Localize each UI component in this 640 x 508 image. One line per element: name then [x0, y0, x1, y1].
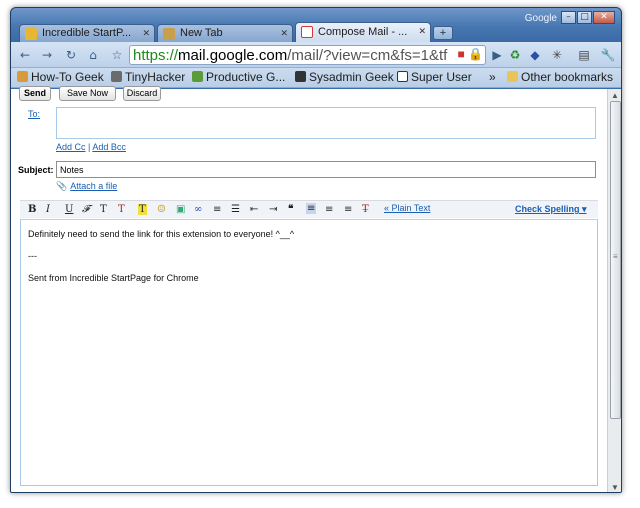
scroll-down-icon[interactable]: ▼ — [611, 483, 619, 492]
font-icon[interactable]: 𝓕 — [82, 204, 89, 215]
font-size-icon[interactable]: T — [100, 204, 107, 215]
scroll-up-icon[interactable]: ▲ — [611, 91, 619, 100]
grip-icon: ≡ — [613, 252, 618, 261]
flag-icon: ■ — [457, 47, 465, 61]
paperclip-icon: 📎 — [56, 181, 68, 191]
plain-text-link[interactable]: « Plain Text — [384, 203, 430, 213]
bookmark-star-icon[interactable]: ☆ — [107, 46, 127, 64]
window-controls: – □ ✕ — [561, 11, 615, 24]
tab-close-icon[interactable]: ✕ — [418, 26, 426, 37]
lock-icon: 🔒 — [468, 47, 483, 61]
align-center-icon[interactable]: ≡ — [325, 204, 333, 215]
tab-close-icon[interactable]: ✕ — [142, 28, 150, 39]
outdent-icon[interactable]: ⇤ — [250, 204, 258, 215]
tab-title: New Tab — [180, 27, 223, 39]
folder-icon — [507, 71, 518, 82]
other-bookmarks[interactable]: Other bookmarks — [507, 70, 613, 84]
body-line: Sent from Incredible StartPage for Chrom… — [28, 273, 199, 283]
navigation-toolbar: ← → ↻ ⌂ ☆ https://mail.google.com/mail/?… — [11, 42, 621, 68]
gmail-favicon-icon — [301, 26, 313, 38]
save-now-button[interactable]: Save Now — [59, 86, 116, 101]
productive-geek-icon — [192, 71, 203, 82]
align-left-icon[interactable]: ≡ — [306, 203, 317, 214]
add-bcc-link[interactable]: Add Bcc — [92, 142, 126, 152]
tab-title: Compose Mail - ... — [318, 26, 408, 38]
new-tab-button[interactable]: + — [433, 26, 453, 40]
scroll-thumb[interactable]: ≡ — [610, 101, 621, 419]
discard-button[interactable]: Discard — [123, 86, 161, 101]
title-bar: Google – □ ✕ Incredible StartP... ✕ New … — [11, 8, 621, 42]
tinyhacker-icon — [111, 71, 122, 82]
tab-title: Incredible StartP... — [42, 27, 132, 39]
close-window-button[interactable]: ✕ — [593, 11, 615, 24]
quote-icon[interactable]: ❝ — [288, 204, 293, 215]
page-menu-icon[interactable]: ▤ — [575, 46, 593, 64]
reload-icon[interactable]: ↻ — [61, 46, 81, 64]
tab-strip: Incredible StartP... ✕ New Tab ✕ Compose… — [19, 22, 453, 42]
forward-icon[interactable]: → — [37, 46, 57, 64]
tab-incredible-startpage[interactable]: Incredible StartP... ✕ — [19, 24, 155, 42]
browser-brand: Google — [524, 13, 557, 24]
cc-separator: | — [88, 142, 91, 152]
body-line: --- — [28, 251, 37, 261]
address-bar[interactable]: https://mail.google.com/mail/?view=cm&fs… — [129, 45, 486, 65]
cc-bcc-links: Add Cc | Add Bcc — [56, 142, 126, 152]
extension-counter-icon[interactable]: ◆ — [526, 46, 544, 64]
to-field[interactable] — [56, 107, 596, 139]
bookmark-tinyhacker[interactable]: TinyHacker — [111, 70, 185, 84]
image-icon[interactable]: ▣ — [176, 204, 185, 215]
new-tab-favicon-icon — [163, 28, 175, 40]
wrench-menu-icon[interactable]: 🔧 — [599, 46, 617, 64]
highlight-icon[interactable]: T — [138, 204, 147, 215]
subject-field[interactable]: Notes — [56, 161, 596, 178]
back-icon[interactable]: ← — [15, 46, 35, 64]
bookmark-productive-geek[interactable]: Productive G... — [192, 70, 285, 84]
bookmark-super-user[interactable]: Super User — [397, 70, 472, 84]
align-right-icon[interactable]: ≡ — [344, 204, 352, 215]
go-icon[interactable]: ▶ — [487, 46, 507, 64]
text-color-icon[interactable]: T — [118, 204, 125, 215]
bold-icon[interactable]: B — [28, 204, 36, 215]
google-favicon-icon — [25, 28, 37, 40]
how-to-geek-icon — [17, 71, 28, 82]
message-body-editor[interactable] — [20, 219, 598, 486]
bookmarks-overflow-chevron-icon[interactable]: » — [489, 70, 496, 84]
check-spelling-link[interactable]: Check Spelling ▾ — [515, 204, 587, 215]
super-user-icon — [397, 71, 408, 82]
send-button[interactable]: Send — [19, 86, 51, 101]
tab-close-icon[interactable]: ✕ — [280, 28, 288, 39]
maximize-button[interactable]: □ — [577, 11, 592, 24]
omnibox-icons: ■ 🔒 — [454, 47, 483, 61]
link-icon[interactable]: ∞ — [194, 204, 202, 215]
bookmarks-bar: How-To Geek TinyHacker Productive G... S… — [11, 68, 621, 88]
bulleted-list-icon[interactable]: ☰ — [231, 204, 240, 215]
extension-recycle-icon[interactable]: ♻ — [506, 46, 524, 64]
underline-icon[interactable]: U — [65, 204, 73, 215]
sysadmin-geek-icon — [295, 71, 306, 82]
url-text: https://mail.google.com/mail/?view=cm&fs… — [133, 47, 448, 64]
add-cc-link[interactable]: Add Cc — [56, 142, 86, 152]
extension-sparkle-icon[interactable]: ✳ — [548, 46, 566, 64]
remove-formatting-icon[interactable]: T̶ — [362, 204, 369, 215]
tab-compose-mail[interactable]: Compose Mail - ... ✕ — [295, 22, 431, 42]
bookmark-how-to-geek[interactable]: How-To Geek — [17, 70, 104, 84]
attach-file-link[interactable]: 📎 Attach a file — [56, 181, 117, 192]
italic-icon[interactable]: I — [46, 204, 50, 215]
minimize-button[interactable]: – — [561, 11, 576, 24]
page-scrollbar[interactable]: ▲ ≡ ▼ — [607, 89, 621, 492]
body-line: Definitely need to send the link for thi… — [28, 229, 295, 239]
indent-icon[interactable]: ⇥ — [269, 204, 277, 215]
tab-new-tab[interactable]: New Tab ✕ — [157, 24, 293, 42]
to-label-link[interactable]: To: — [28, 109, 40, 119]
bookmark-sysadmin-geek[interactable]: Sysadmin Geek — [295, 70, 394, 84]
subject-label: Subject: — [18, 165, 54, 175]
smiley-icon[interactable]: ☺ — [157, 204, 166, 215]
home-icon[interactable]: ⌂ — [83, 46, 103, 64]
numbered-list-icon[interactable]: ≡ — [213, 204, 221, 215]
